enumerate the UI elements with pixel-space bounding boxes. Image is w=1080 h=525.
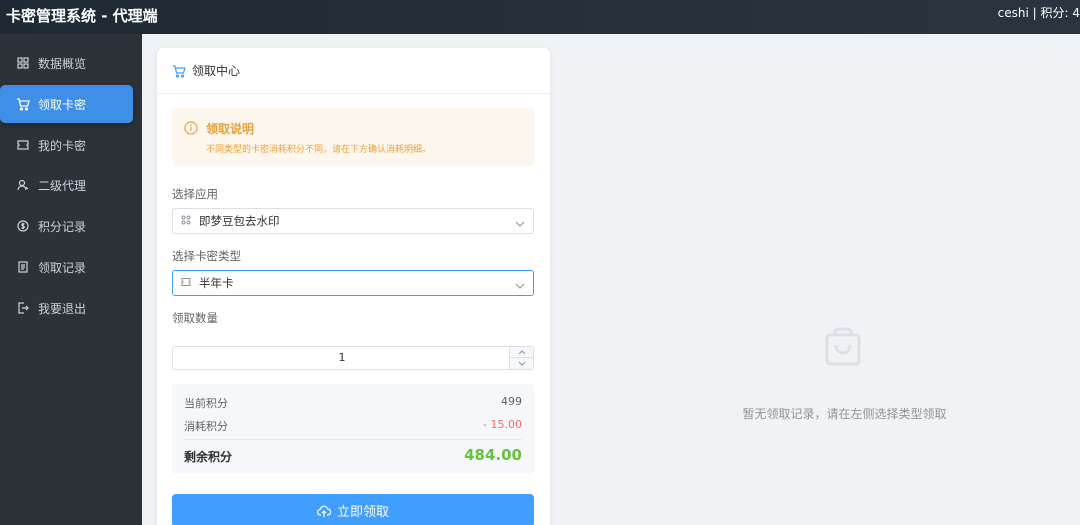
chevron-down-icon [518, 361, 525, 366]
main-content: 领取中心 领取说明 不同类型的卡密消耗积分不同，请在下方确认消耗明细。 选择应用… [142, 34, 1080, 525]
type-select[interactable]: 半年卡 [172, 270, 534, 296]
sidebar-item-dashboard[interactable]: 数据概览 [0, 44, 133, 82]
empty-text: 暂无领取记录，请在左侧选择类型领取 [742, 407, 947, 421]
type-select-label: 选择卡密类型 [172, 249, 241, 263]
chevron-down-icon [515, 217, 525, 227]
quantity-input[interactable]: 1 [173, 347, 511, 369]
sidebar-item-my-cards[interactable]: 我的卡密 [0, 126, 133, 164]
remaining-points-label: 剩余积分 [184, 450, 233, 464]
app-select[interactable]: 即梦豆包去水印 [172, 208, 534, 234]
grid-icon [181, 215, 193, 227]
cost-points-label: 消耗积分 [184, 420, 228, 433]
sidebar: 数据概览 领取卡密 我的卡密 二级代理 积分记录 领取记录 我要退出 [0, 34, 142, 525]
app-title: 卡密管理系统 - 代理端 [6, 7, 158, 25]
card-title: 领取中心 [192, 64, 241, 78]
current-points-row: 当前积分 499 [184, 395, 522, 411]
quantity-stepper[interactable]: 1 [172, 346, 534, 370]
sidebar-item-sub-agents[interactable]: 二级代理 [0, 166, 133, 204]
type-select-value: 半年卡 [199, 276, 234, 290]
chevron-up-icon [518, 349, 525, 354]
notice-title: 领取说明 [206, 122, 255, 136]
remaining-points-row: 剩余积分 484.00 [184, 446, 522, 465]
quantity-label: 领取数量 [172, 311, 218, 325]
shopping-bag-icon [822, 326, 864, 368]
current-points-value: 499 [501, 395, 522, 408]
cart-icon [172, 64, 186, 78]
ticket-icon [16, 138, 30, 152]
sidebar-item-label: 积分记录 [38, 219, 87, 234]
points-summary: 当前积分 499 消耗积分 - 15.00 剩余积分 484.00 [172, 384, 534, 474]
document-icon [16, 260, 30, 274]
sidebar-item-label: 领取记录 [38, 260, 87, 275]
chevron-down-icon [515, 279, 525, 289]
logout-icon [16, 301, 30, 315]
remaining-points-value: 484.00 [464, 446, 522, 464]
claim-now-label: 立即领取 [336, 505, 389, 520]
cloud-upload-icon [317, 504, 331, 518]
cart-icon [16, 97, 30, 111]
sidebar-item-points-log[interactable]: 积分记录 [0, 207, 133, 245]
coin-icon [16, 219, 30, 233]
sidebar-item-label: 数据概览 [38, 56, 87, 71]
dashboard-icon [16, 56, 30, 70]
divider [184, 439, 522, 440]
top-bar: 卡密管理系统 - 代理端 ceshi | 积分: 4 [0, 0, 1080, 34]
user-icon [16, 178, 30, 192]
increment-button[interactable] [510, 347, 533, 358]
cost-points-value: - 15.00 [483, 418, 522, 431]
sidebar-item-claim-log[interactable]: 领取记录 [0, 248, 133, 286]
sidebar-item-claim[interactable]: 领取卡密 [0, 85, 133, 123]
sidebar-item-label: 领取卡密 [38, 97, 87, 112]
card-header: 领取中心 [157, 48, 550, 94]
current-points-label: 当前积分 [184, 397, 228, 410]
app-select-value: 即梦豆包去水印 [199, 214, 280, 228]
info-icon [184, 120, 198, 135]
stepper-buttons [509, 347, 533, 369]
notice-desc: 不同类型的卡密消耗积分不同，请在下方确认消耗明细。 [206, 145, 432, 155]
claim-card: 领取中心 领取说明 不同类型的卡密消耗积分不同，请在下方确认消耗明细。 选择应用… [157, 48, 550, 525]
decrement-button[interactable] [510, 358, 533, 369]
empty-state: 暂无领取记录，请在左侧选择类型领取 [562, 34, 1080, 525]
sidebar-item-label: 我的卡密 [38, 138, 87, 153]
claim-now-button[interactable]: 立即领取 [172, 494, 534, 525]
app-select-label: 选择应用 [172, 187, 218, 201]
sidebar-item-logout[interactable]: 我要退出 [0, 289, 133, 327]
sidebar-item-label: 二级代理 [38, 178, 87, 193]
notice-alert: 领取说明 不同类型的卡密消耗积分不同，请在下方确认消耗明细。 [172, 108, 534, 166]
ticket-icon [181, 277, 193, 289]
cost-points-row: 消耗积分 - 15.00 [184, 418, 522, 434]
sidebar-item-label: 我要退出 [38, 301, 87, 316]
user-info[interactable]: ceshi | 积分: 4 [998, 4, 1080, 21]
